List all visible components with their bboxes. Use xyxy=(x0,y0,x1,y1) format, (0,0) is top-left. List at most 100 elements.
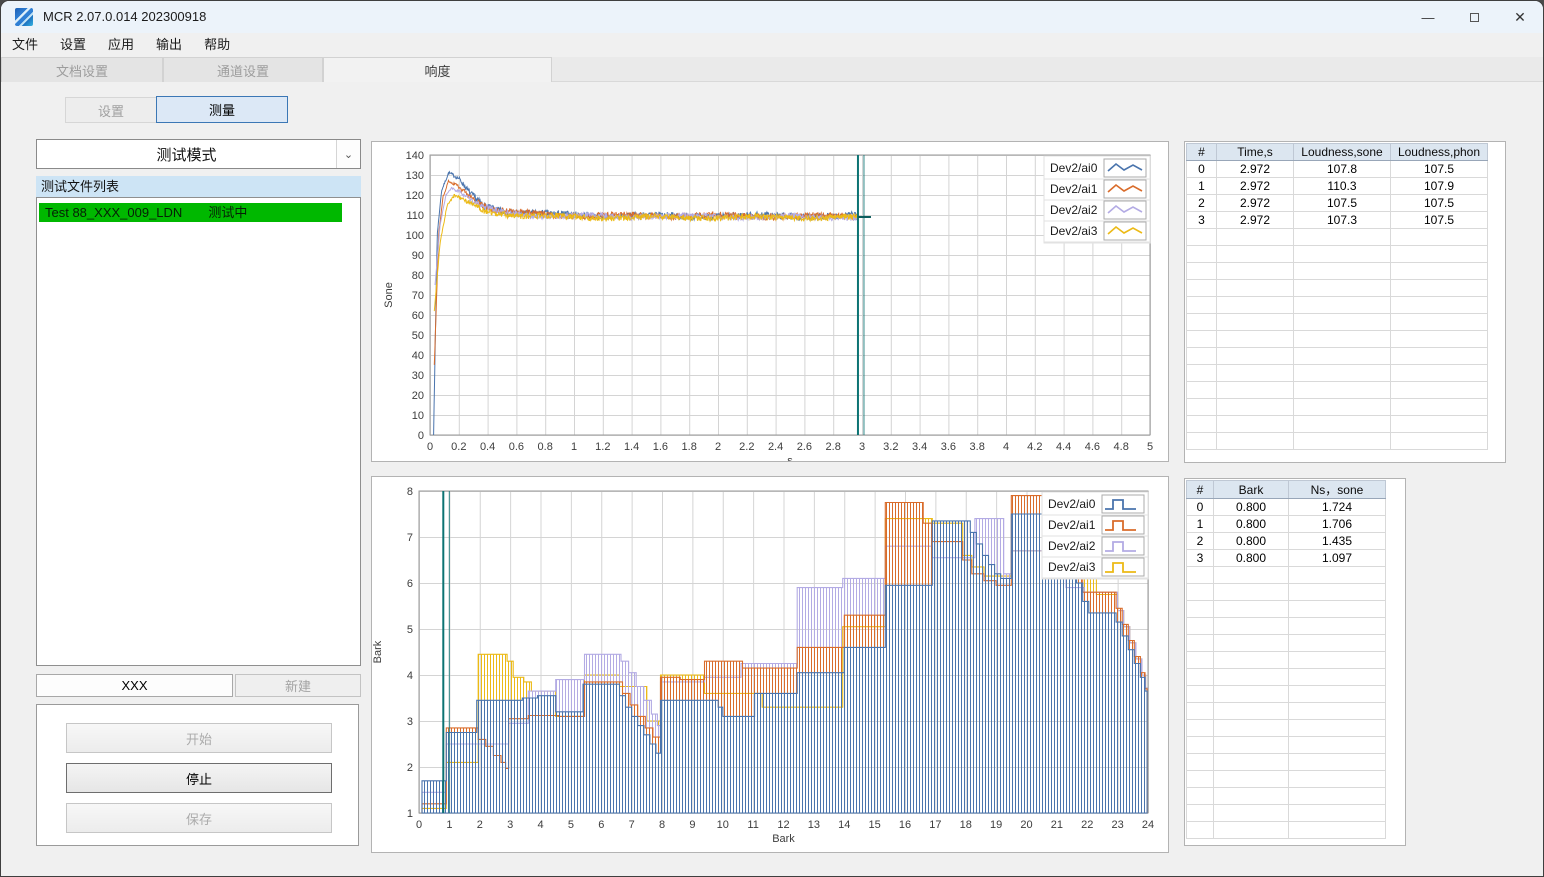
svg-text:0.4: 0.4 xyxy=(480,441,495,453)
close-button[interactable]: ✕ xyxy=(1497,1,1543,33)
table-row[interactable]: 2 2.972 107.5 107.5 xyxy=(1186,194,1488,212)
svg-text:4.4: 4.4 xyxy=(1056,441,1071,453)
table-row[interactable]: 1 2.972 110.3 107.9 xyxy=(1186,177,1488,195)
table-cell xyxy=(1186,313,1217,331)
svg-text:4: 4 xyxy=(1003,441,1009,453)
table-cell xyxy=(1293,279,1391,297)
table-row-empty[interactable] xyxy=(1186,415,1488,433)
table-row-empty[interactable] xyxy=(1186,651,1386,669)
table-cell xyxy=(1186,821,1214,839)
table-row-empty[interactable] xyxy=(1186,228,1488,246)
table-row-empty[interactable] xyxy=(1186,617,1386,635)
table-cell: 107.9 xyxy=(1390,177,1488,195)
column-header[interactable]: # xyxy=(1186,143,1217,161)
stop-button[interactable]: 停止 xyxy=(66,763,332,793)
svg-text:2: 2 xyxy=(477,819,483,831)
table-row-empty[interactable] xyxy=(1186,804,1386,822)
column-header[interactable]: Loudness,sone xyxy=(1293,143,1391,161)
maximize-icon xyxy=(1469,12,1479,22)
chevron-down-icon[interactable]: ⌄ xyxy=(336,140,360,168)
table-row-empty[interactable] xyxy=(1186,685,1386,703)
table-cell xyxy=(1293,330,1391,348)
table-row-empty[interactable] xyxy=(1186,296,1488,314)
step-svg: 0 1 2 3 4 5 6 7 8 9 10 11 12 13 14 15 16 17 18 19 20 21 22 23 24… xyxy=(372,486,1154,845)
save-button[interactable]: 保存 xyxy=(66,803,332,833)
subtab-settings-button[interactable]: 设置 xyxy=(65,97,157,123)
table-row-empty[interactable] xyxy=(1186,583,1386,601)
table-row-empty[interactable] xyxy=(1186,770,1386,788)
table-row-empty[interactable] xyxy=(1186,364,1488,382)
tab-document-settings[interactable]: 文档设置 xyxy=(1,57,163,82)
table-row-empty[interactable] xyxy=(1186,668,1386,686)
table-row-empty[interactable] xyxy=(1186,398,1488,416)
table-cell xyxy=(1186,685,1214,703)
table-cell: 107.5 xyxy=(1390,194,1488,212)
table-row-empty[interactable] xyxy=(1186,753,1386,771)
table-cell: 0.800 xyxy=(1213,498,1289,516)
test-file-item[interactable]: Test 88_XXX_009_LDN 测试中 xyxy=(39,203,342,222)
test-mode-select[interactable]: 测试模式 ⌄ xyxy=(36,139,361,169)
new-button[interactable]: 新建 xyxy=(235,674,361,697)
tab-channel-settings[interactable]: 通道设置 xyxy=(163,57,323,82)
xxx-button[interactable]: XXX xyxy=(36,674,233,697)
table-row-empty[interactable] xyxy=(1186,736,1386,754)
svg-text:4.2: 4.2 xyxy=(1027,441,1042,453)
table-row-empty[interactable] xyxy=(1186,330,1488,348)
table-row-empty[interactable] xyxy=(1186,600,1386,618)
subtab-measure-button[interactable]: 测量 xyxy=(156,96,288,123)
svg-text:8: 8 xyxy=(659,819,665,831)
table-row-empty[interactable] xyxy=(1186,347,1488,365)
menu-apply[interactable]: 应用 xyxy=(97,33,145,57)
column-header[interactable]: Ns，sone xyxy=(1288,480,1386,499)
table-row-empty[interactable] xyxy=(1186,566,1386,584)
svg-text:Dev2/ai0: Dev2/ai0 xyxy=(1048,497,1096,511)
table-row-empty[interactable] xyxy=(1186,634,1386,652)
column-header[interactable]: # xyxy=(1186,480,1214,499)
menu-file[interactable]: 文件 xyxy=(1,33,49,57)
table-row[interactable]: 0 2.972 107.8 107.5 xyxy=(1186,160,1488,178)
menu-output[interactable]: 输出 xyxy=(145,33,193,57)
column-header[interactable]: Time,s xyxy=(1216,143,1294,161)
svg-text:22: 22 xyxy=(1081,819,1093,831)
table-cell xyxy=(1213,617,1289,635)
start-button[interactable]: 开始 xyxy=(66,723,332,753)
table-row[interactable]: 2 0.800 1.435 xyxy=(1186,532,1386,550)
table-row-empty[interactable] xyxy=(1186,245,1488,263)
table-row-empty[interactable] xyxy=(1186,719,1386,737)
svg-text:Dev2/ai2: Dev2/ai2 xyxy=(1048,539,1096,553)
svg-text:3.8: 3.8 xyxy=(970,441,985,453)
specific-loudness-chart[interactable]: 0 1 2 3 4 5 6 7 8 9 10 11 12 13 14 15 16 17 18 19 20 21 22 23 24… xyxy=(371,476,1169,853)
column-header[interactable]: Loudness,phon xyxy=(1390,143,1488,161)
table-row-empty[interactable] xyxy=(1186,821,1386,839)
table-row-empty[interactable] xyxy=(1186,279,1488,297)
table-row[interactable]: 3 0.800 1.097 xyxy=(1186,549,1386,567)
tab-loudness[interactable]: 响度 xyxy=(323,57,552,82)
table-row-empty[interactable] xyxy=(1186,381,1488,399)
menu-help[interactable]: 帮助 xyxy=(193,33,241,57)
maximize-button[interactable] xyxy=(1451,1,1497,33)
column-header[interactable]: Bark xyxy=(1213,480,1289,499)
test-file-list[interactable]: Test 88_XXX_009_LDN 测试中 xyxy=(36,197,361,666)
table-cell: 0.800 xyxy=(1213,515,1289,533)
table-cell xyxy=(1216,296,1294,314)
minimize-button[interactable]: — xyxy=(1405,1,1451,33)
table-cell xyxy=(1216,347,1294,365)
table-cell xyxy=(1186,719,1214,737)
svg-text:1: 1 xyxy=(407,808,413,820)
table-row-empty[interactable] xyxy=(1186,262,1488,280)
svg-text:2.8: 2.8 xyxy=(826,441,841,453)
table-cell xyxy=(1288,770,1386,788)
table-row[interactable]: 0 0.800 1.724 xyxy=(1186,498,1386,516)
table-row-empty[interactable] xyxy=(1186,313,1488,331)
svg-text:7: 7 xyxy=(629,819,635,831)
svg-text:4.6: 4.6 xyxy=(1085,441,1100,453)
table-row-empty[interactable] xyxy=(1186,702,1386,720)
menu-settings[interactable]: 设置 xyxy=(49,33,97,57)
table-row-empty[interactable] xyxy=(1186,432,1488,450)
loudness-time-chart[interactable]: 0 0.2 0.4 0.6 0.8 1 1.2 1.4 1.6 1.8 2 2.2 2.4 2.6 2.8 3… xyxy=(371,141,1169,462)
table-row-empty[interactable] xyxy=(1186,787,1386,805)
table-row[interactable]: 1 0.800 1.706 xyxy=(1186,515,1386,533)
table-row[interactable]: 3 2.972 107.3 107.5 xyxy=(1186,211,1488,229)
table-cell xyxy=(1288,617,1386,635)
svg-text:4: 4 xyxy=(407,670,413,682)
